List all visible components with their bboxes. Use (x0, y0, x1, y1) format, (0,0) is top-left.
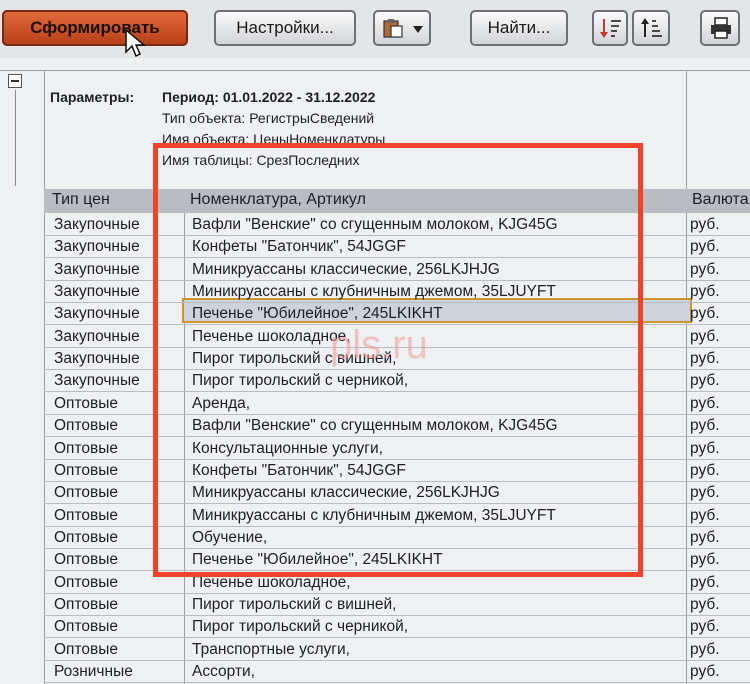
group-tree-line (15, 90, 16, 186)
cell-currency[interactable]: руб. (690, 529, 720, 547)
cell-currency[interactable]: руб. (690, 551, 720, 569)
cell-currency[interactable]: руб. (690, 372, 720, 390)
cell-price-type[interactable]: Закупочные (54, 305, 140, 323)
cell-currency[interactable]: руб. (690, 618, 720, 636)
cell-price-type[interactable]: Закупочные (54, 216, 140, 234)
cell-nomenclature[interactable]: Пирог тирольский с вишней, (192, 596, 396, 614)
cell-price-type[interactable]: Оптовые (54, 574, 118, 592)
variants-dropdown-button[interactable] (373, 10, 431, 46)
cell-currency[interactable]: руб. (690, 283, 720, 301)
table-row[interactable]: Оптовые Пирог тирольский с вишней, руб. (44, 594, 750, 616)
column-header-currency[interactable]: Валюта (692, 191, 749, 209)
clipboard-icon (383, 19, 403, 38)
cell-nomenclature[interactable]: Транспортные услуги, (192, 641, 350, 659)
table-row[interactable]: Оптовые Транспортные услуги, руб. (44, 639, 750, 661)
cell-currency[interactable]: руб. (690, 596, 720, 614)
cell-price-type[interactable]: Оптовые (54, 529, 118, 547)
cell-nomenclature[interactable]: Ассорти, (192, 663, 255, 681)
find-button[interactable]: Найти... (470, 10, 568, 46)
toolbar: Сформировать Настройки... Найти... (0, 0, 750, 58)
cell-price-type[interactable]: Закупочные (54, 238, 140, 256)
cell-price-type[interactable]: Оптовые (54, 395, 118, 413)
cell-currency[interactable]: руб. (690, 462, 720, 480)
cell-currency[interactable]: руб. (690, 663, 720, 681)
cell-price-type[interactable]: Закупочные (54, 283, 140, 301)
cell-currency[interactable]: руб. (690, 395, 720, 413)
cell-price-type[interactable]: Оптовые (54, 596, 118, 614)
annotation-frame (153, 143, 643, 577)
cell-currency[interactable]: руб. (690, 305, 720, 323)
mouse-cursor-icon (125, 28, 146, 58)
cell-price-type[interactable]: Закупочные (54, 261, 140, 279)
cell-price-type[interactable]: Оптовые (54, 618, 118, 636)
cell-currency[interactable]: руб. (690, 350, 720, 368)
generate-button[interactable]: Сформировать (2, 10, 188, 46)
cell-currency[interactable]: руб. (690, 641, 720, 659)
cell-price-type[interactable]: Оптовые (54, 440, 118, 458)
table-row[interactable]: Оптовые Пирог тирольский с черникой, руб. (44, 616, 750, 639)
cell-price-type[interactable]: Оптовые (54, 462, 118, 480)
grid-line-top (0, 70, 750, 71)
cell-currency[interactable]: руб. (690, 328, 720, 346)
settings-button[interactable]: Настройки... (214, 10, 356, 46)
cell-price-type[interactable]: Оптовые (54, 507, 118, 525)
collapse-group-toggle[interactable] (8, 74, 22, 88)
cell-price-type[interactable]: Закупочные (54, 372, 140, 390)
table-row[interactable]: Розничные Ассорти, руб. (44, 661, 750, 683)
chevron-down-icon (413, 26, 423, 33)
cell-currency[interactable]: руб. (690, 484, 720, 502)
sort-ascending-button[interactable] (632, 10, 670, 46)
cell-price-type[interactable]: Закупочные (54, 328, 140, 346)
sort-descending-icon (600, 19, 621, 38)
cell-currency[interactable]: руб. (690, 417, 720, 435)
parameters-label: Параметры: (50, 89, 135, 105)
cell-currency[interactable]: руб. (690, 238, 720, 256)
cell-currency[interactable]: руб. (690, 440, 720, 458)
cell-currency[interactable]: руб. (690, 507, 720, 525)
column-header-price-type[interactable]: Тип цен (52, 191, 110, 209)
param-object-type: Тип объекта: РегистрыСведений (162, 110, 375, 126)
cell-currency[interactable]: руб. (690, 261, 720, 279)
param-period: Период: 01.01.2022 - 31.12.2022 (162, 89, 376, 105)
cell-price-type[interactable]: Оптовые (54, 417, 118, 435)
cell-currency[interactable]: руб. (690, 574, 720, 592)
sort-descending-button[interactable] (592, 10, 628, 46)
row-separator (44, 682, 750, 683)
cell-price-type[interactable]: Оптовые (54, 641, 118, 659)
sort-ascending-icon (641, 18, 662, 37)
cell-price-type[interactable]: Оптовые (54, 484, 118, 502)
cell-price-type[interactable]: Розничные (54, 663, 133, 681)
cell-price-type[interactable]: Закупочные (54, 350, 140, 368)
cell-currency[interactable]: руб. (690, 216, 720, 234)
cell-nomenclature[interactable]: Пирог тирольский с черникой, (192, 618, 408, 636)
cell-price-type[interactable]: Оптовые (54, 551, 118, 569)
printer-icon (711, 17, 731, 39)
print-button[interactable] (700, 10, 740, 46)
